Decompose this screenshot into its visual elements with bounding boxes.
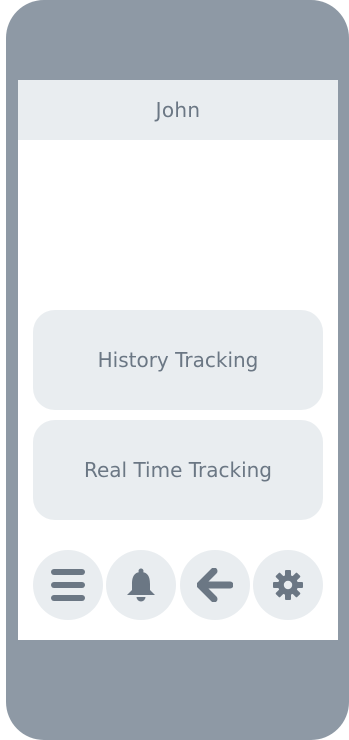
settings-button[interactable] xyxy=(253,550,323,620)
history-tracking-button[interactable]: History Tracking xyxy=(33,310,323,410)
app-screen: John History Tracking Real Time Tracking xyxy=(18,80,338,640)
real-time-tracking-button[interactable]: Real Time Tracking xyxy=(33,420,323,520)
page-title: John xyxy=(155,98,201,122)
back-button[interactable] xyxy=(180,550,250,620)
menu-icon xyxy=(50,568,86,602)
header-bar: John xyxy=(18,80,338,140)
real-time-tracking-label: Real Time Tracking xyxy=(83,458,273,482)
gear-icon xyxy=(272,569,304,601)
bottom-nav xyxy=(33,550,323,620)
history-tracking-label: History Tracking xyxy=(97,348,259,372)
menu-button[interactable] xyxy=(33,550,103,620)
arrow-left-icon xyxy=(197,568,233,602)
notifications-button[interactable] xyxy=(106,550,176,620)
bell-icon xyxy=(125,568,157,602)
